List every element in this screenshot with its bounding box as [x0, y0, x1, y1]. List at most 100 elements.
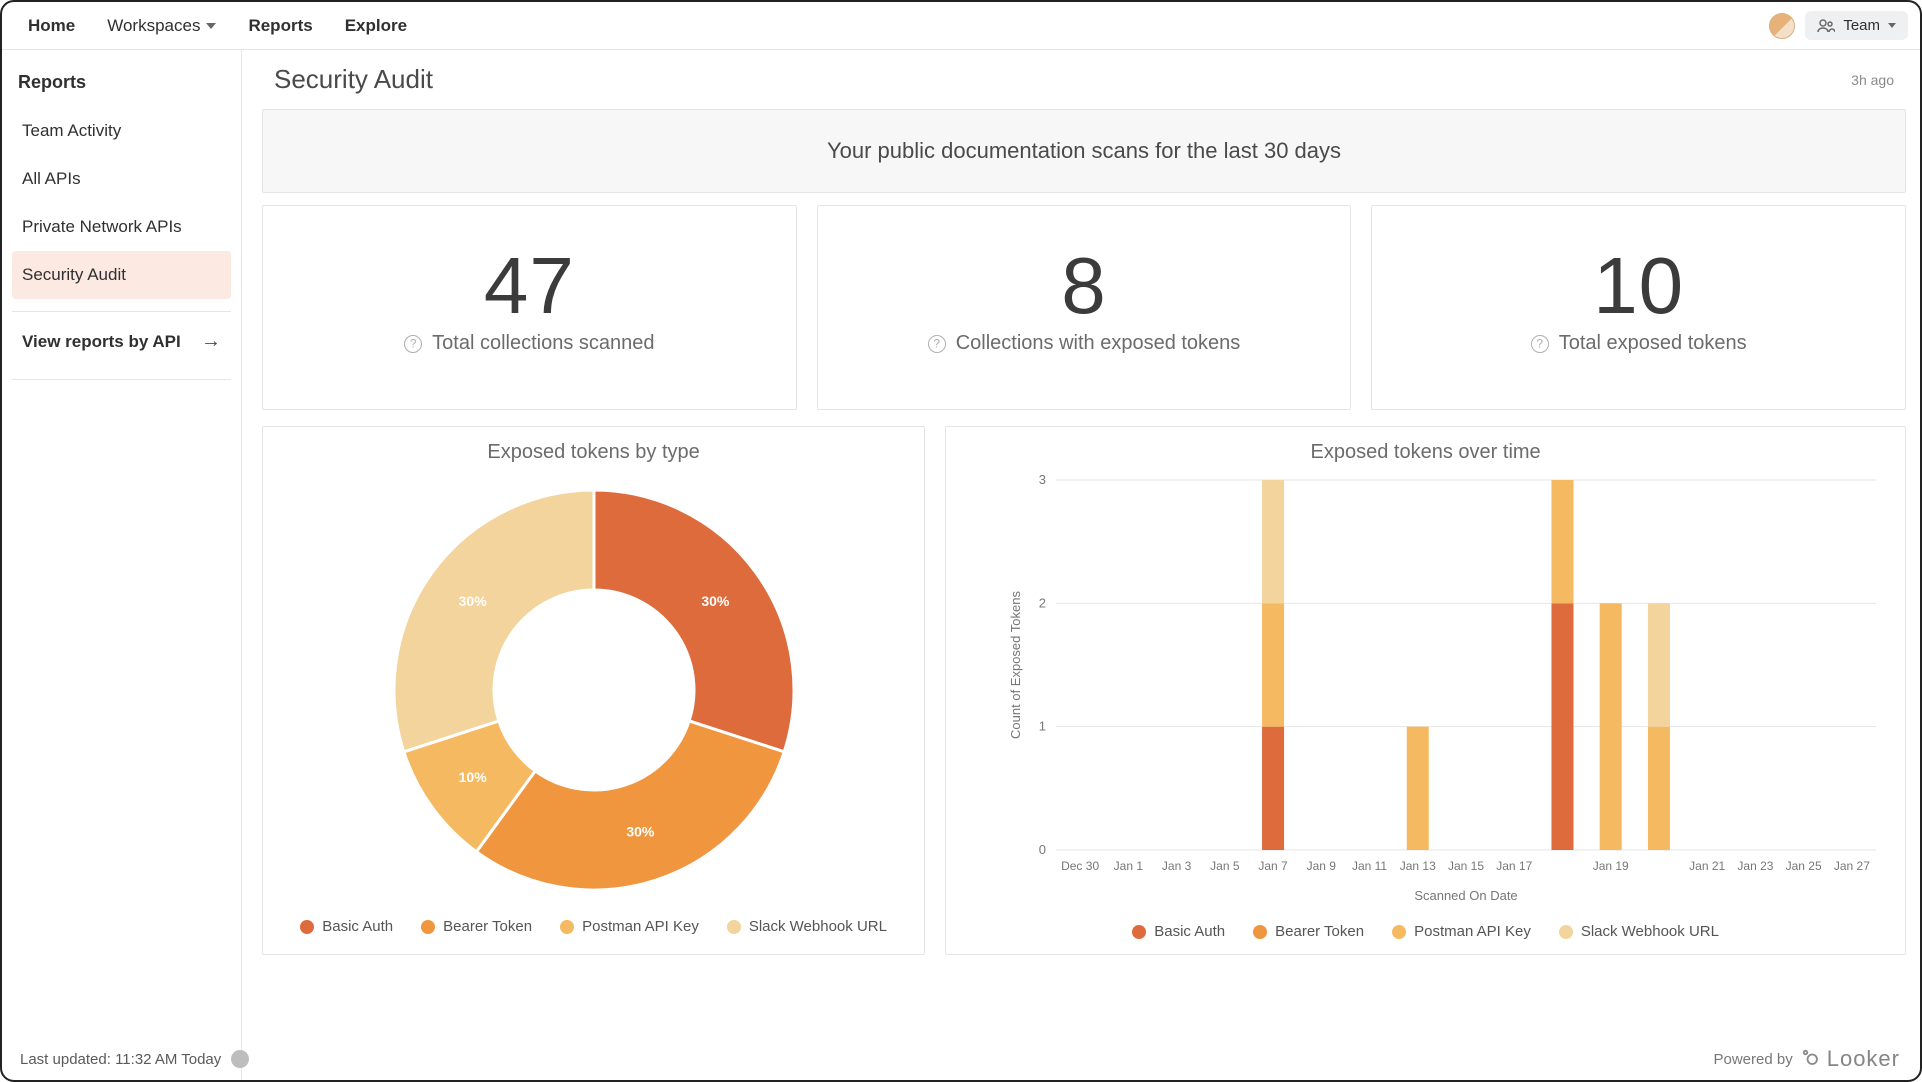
svg-text:Jan 5: Jan 5 [1210, 859, 1240, 873]
bar-segment[interactable] [1600, 603, 1622, 850]
looker-brand: Looker [1827, 1046, 1900, 1072]
swatch-icon [727, 920, 741, 934]
svg-text:Jan 17: Jan 17 [1496, 859, 1532, 873]
sidebar-item-security-audit[interactable]: Security Audit [12, 251, 231, 299]
divider [12, 311, 231, 312]
avatar[interactable] [1769, 13, 1795, 39]
metric-label: Total collections scanned [432, 332, 654, 355]
donut-slice-3[interactable] [394, 490, 594, 752]
content: Security Audit 3h ago Your public docume… [242, 50, 1920, 1080]
svg-text:Jan 3: Jan 3 [1162, 859, 1192, 873]
metric-card-2: 10Total exposed tokens [1371, 205, 1906, 410]
view-reports-link[interactable]: View reports by API → [12, 316, 231, 367]
timechart-card: Exposed tokens over time 0123Count of Ex… [945, 426, 1906, 955]
svg-text:Jan 23: Jan 23 [1738, 859, 1774, 873]
info-icon[interactable] [1531, 335, 1549, 353]
metrics-row: 47Total collections scanned8Collections … [262, 205, 1906, 410]
metric-card-1: 8Collections with exposed tokens [817, 205, 1352, 410]
legend-item[interactable]: Slack Webhook URL [727, 918, 887, 935]
metric-value: 47 [484, 240, 575, 332]
sidebar: Reports Team ActivityAll APIsPrivate Net… [2, 50, 242, 1080]
donut-slice-0[interactable] [594, 490, 794, 752]
svg-text:Jan 21: Jan 21 [1689, 859, 1725, 873]
team-switcher[interactable]: Team [1805, 11, 1908, 40]
donut-label: 10% [458, 769, 487, 785]
legend-item[interactable]: Postman API Key [560, 918, 699, 935]
info-icon[interactable] [928, 335, 946, 353]
metric-label: Collections with exposed tokens [956, 332, 1241, 355]
svg-text:0: 0 [1039, 842, 1046, 857]
swatch-icon [1253, 925, 1267, 939]
primary-nav: Home Workspaces Reports Explore [14, 4, 421, 48]
page-age: 3h ago [1851, 72, 1894, 88]
svg-text:2: 2 [1039, 595, 1046, 610]
swatch-icon [1559, 925, 1573, 939]
nav-reports[interactable]: Reports [234, 4, 326, 48]
divider [12, 379, 231, 380]
nav-explore[interactable]: Explore [331, 4, 421, 48]
metric-card-0: 47Total collections scanned [262, 205, 797, 410]
chevron-down-icon [206, 23, 216, 29]
info-icon[interactable] [404, 335, 422, 353]
metric-label: Total exposed tokens [1559, 332, 1747, 355]
sidebar-item-team-activity[interactable]: Team Activity [12, 107, 231, 155]
people-icon [1817, 19, 1835, 33]
donut-slice-1[interactable] [476, 721, 784, 890]
legend-item[interactable]: Postman API Key [1392, 923, 1531, 940]
swatch-icon [421, 920, 435, 934]
svg-text:Jan 9: Jan 9 [1307, 859, 1337, 873]
bar-segment[interactable] [1262, 603, 1284, 726]
bar-segment[interactable] [1648, 727, 1670, 850]
svg-text:Scanned On Date: Scanned On Date [1415, 888, 1518, 903]
chevron-down-icon [1888, 23, 1896, 28]
bar-segment[interactable] [1552, 603, 1574, 850]
nav-workspaces[interactable]: Workspaces [93, 4, 230, 48]
looker-logo-icon [1801, 1048, 1819, 1070]
subtitle-band: Your public documentation scans for the … [262, 109, 1906, 193]
nav-workspaces-label: Workspaces [107, 16, 200, 36]
donut-chart: 30% 30% 10% 30% [334, 470, 854, 910]
sidebar-item-all-apis[interactable]: All APIs [12, 155, 231, 203]
svg-text:Jan 15: Jan 15 [1448, 859, 1484, 873]
svg-text:Jan 25: Jan 25 [1786, 859, 1822, 873]
view-reports-label: View reports by API [22, 332, 181, 352]
bar-segment[interactable] [1262, 727, 1284, 850]
sidebar-item-private-network-apis[interactable]: Private Network APIs [12, 203, 231, 251]
powered-by-label: Powered by [1714, 1051, 1793, 1068]
legend-item[interactable]: Basic Auth [300, 918, 393, 935]
svg-text:Jan 19: Jan 19 [1593, 859, 1629, 873]
donut-label: 30% [626, 824, 655, 840]
swatch-icon [1132, 925, 1146, 939]
legend-item[interactable]: Bearer Token [1253, 923, 1364, 940]
top-bar: Home Workspaces Reports Explore Team [2, 2, 1920, 50]
svg-text:1: 1 [1039, 719, 1046, 734]
donut-label: 30% [458, 593, 487, 609]
user-area: Team [1769, 11, 1908, 40]
metric-value: 10 [1593, 240, 1684, 332]
donut-label: 30% [701, 593, 730, 609]
metric-value: 8 [1061, 240, 1107, 332]
svg-text:3: 3 [1039, 472, 1046, 487]
sidebar-heading: Reports [12, 64, 231, 107]
time-chart: 0 1 2 3 Count of Exposed Tokens Scanned On Da… [1006, 470, 1886, 910]
swatch-icon [1392, 925, 1406, 939]
svg-text:Jan 27: Jan 27 [1834, 859, 1870, 873]
svg-text:Count of Exposed Tokens: Count of Exposed Tokens [1008, 591, 1023, 739]
legend-item[interactable]: Slack Webhook URL [1559, 923, 1719, 940]
donut-card: Exposed tokens by type 30%30%10%30% Basi… [262, 426, 925, 955]
bar-segment[interactable] [1552, 480, 1574, 603]
footer: Last updated: 11:32 AM Today Powered by … [14, 1046, 1908, 1072]
legend-item[interactable]: Basic Auth [1132, 923, 1225, 940]
nav-home[interactable]: Home [14, 4, 89, 48]
svg-text:Jan 13: Jan 13 [1400, 859, 1436, 873]
swatch-icon [300, 920, 314, 934]
legend-item[interactable]: Bearer Token [421, 918, 532, 935]
page-title: Security Audit [274, 64, 433, 95]
info-dot-icon[interactable] [231, 1050, 249, 1068]
bar-segment[interactable] [1262, 480, 1284, 603]
bar-segment[interactable] [1407, 727, 1429, 850]
svg-text:Dec 30: Dec 30 [1061, 859, 1099, 873]
bar-segment[interactable] [1648, 603, 1670, 726]
svg-text:Jan 7: Jan 7 [1259, 859, 1289, 873]
team-label: Team [1843, 17, 1880, 34]
